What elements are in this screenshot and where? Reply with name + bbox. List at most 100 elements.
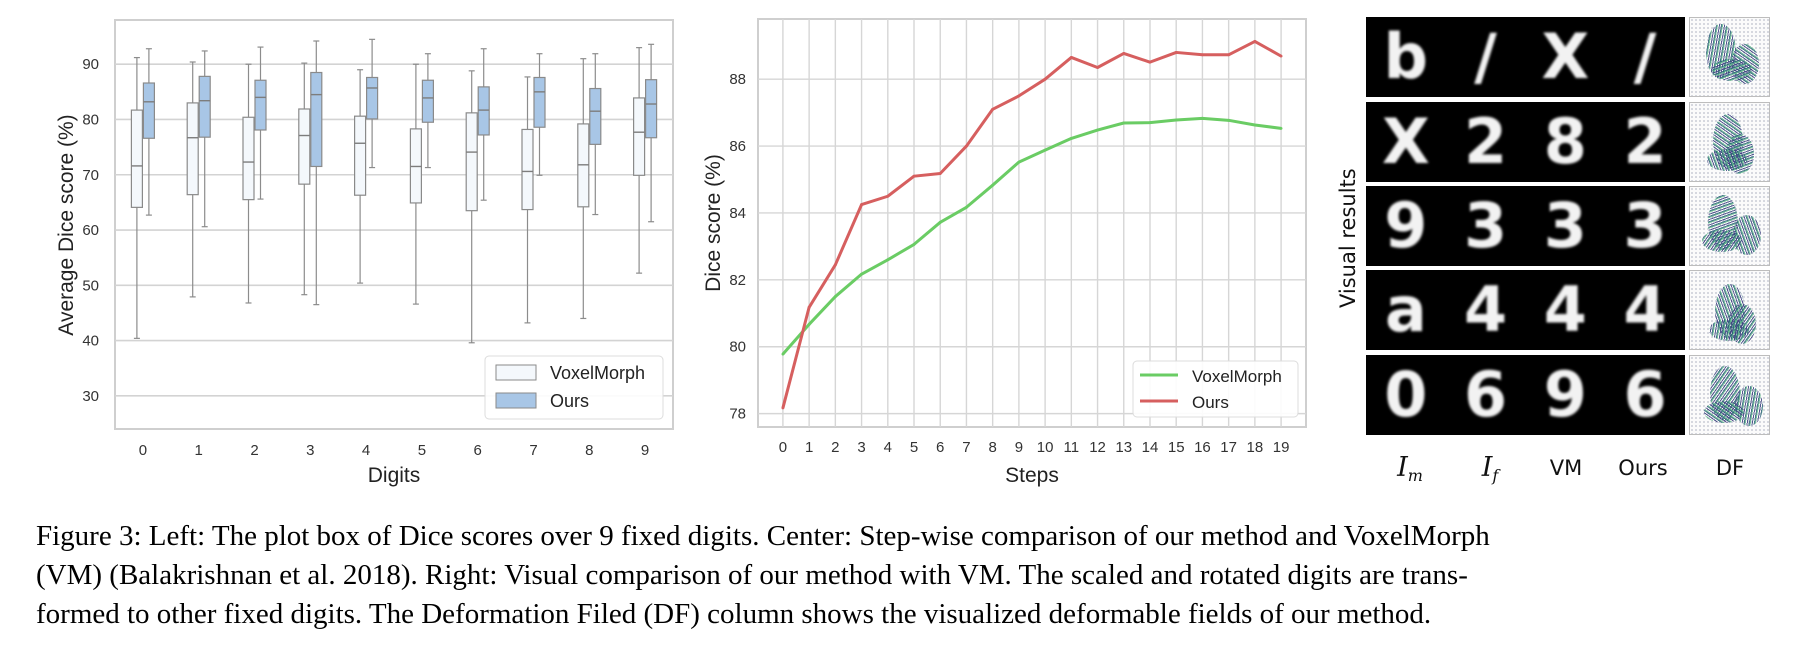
column-label-subscript: f <box>1492 466 1499 485</box>
digit-glyph: 4 <box>1623 273 1667 346</box>
data-point-voxelmorph <box>1253 123 1257 127</box>
data-point-ours <box>1043 77 1047 81</box>
deformation-vectors <box>1704 401 1744 423</box>
data-point-ours <box>807 305 811 309</box>
legend-label-voxelmorph: VoxelMorph <box>1192 367 1282 386</box>
x-tick-label: 16 <box>1194 439 1211 456</box>
moving-image: X <box>1366 102 1446 182</box>
data-point-voxelmorph <box>807 322 811 326</box>
data-point-ours <box>1201 53 1204 57</box>
column-label-ours: Ours <box>1618 456 1667 480</box>
digit-glyph: 3 <box>1464 189 1508 262</box>
data-point-voxelmorph <box>860 272 863 276</box>
data-point-ours <box>965 144 968 148</box>
x-tick-label: 13 <box>1115 439 1132 456</box>
visual-results-row: 0696 <box>1366 355 1685 435</box>
x-tick-label: 4 <box>884 439 892 456</box>
data-point-voxelmorph <box>781 352 785 356</box>
x-tick-label: 9 <box>1015 439 1023 456</box>
voxelmorph-result: 4 <box>1526 270 1606 350</box>
fixed-image: 6 <box>1446 355 1526 435</box>
data-point-voxelmorph <box>1148 121 1152 125</box>
fixed-image: 2 <box>1446 102 1526 182</box>
data-point-voxelmorph <box>1069 136 1073 140</box>
voxelmorph-result: 8 <box>1526 102 1606 182</box>
line-legend: VoxelMorph Ours <box>1132 360 1299 418</box>
caption-line: formed to other fixed digits. The Deform… <box>36 598 1432 630</box>
visual-results-row: X282 <box>1366 102 1685 182</box>
x-tick-label: 7 <box>962 439 970 456</box>
ours-result: 3 <box>1605 186 1685 266</box>
digit-glyph: 4 <box>1464 273 1508 346</box>
deformation-vectors <box>1707 149 1747 171</box>
caption-line: Figure 3: Left: The plot box of Dice sco… <box>36 520 1490 552</box>
fixed-image: 3 <box>1446 186 1526 266</box>
digit-glyph: 9 <box>1543 358 1587 431</box>
y-tick-label: 80 <box>729 339 746 356</box>
data-point-voxelmorph <box>938 220 942 224</box>
moving-image: 9 <box>1366 186 1446 266</box>
data-point-voxelmorph <box>991 183 995 187</box>
column-label-fixed: If <box>1482 452 1499 485</box>
data-point-ours <box>1148 60 1152 64</box>
line-y-ticks: 78 80 82 84 86 88 <box>729 71 746 422</box>
data-point-voxelmorph <box>1017 160 1021 164</box>
deformation-vectors <box>1709 319 1749 341</box>
digit-glyph: a <box>1384 273 1427 346</box>
x-tick-label: 17 <box>1220 439 1237 456</box>
ours-result: 6 <box>1605 355 1685 435</box>
x-tick-label: 12 <box>1089 439 1106 456</box>
digit-glyph: 0 <box>1384 358 1428 431</box>
y-tick-label: 86 <box>729 138 746 155</box>
ours-result: 4 <box>1605 270 1685 350</box>
moving-image: 0 <box>1366 355 1446 435</box>
digit-glyph: 2 <box>1623 105 1667 178</box>
x-tick-label: 8 <box>988 439 996 456</box>
data-point-voxelmorph <box>886 258 890 262</box>
ours-result: 2 <box>1605 102 1685 182</box>
caption-line: (VM) (Balakrishnan et al. 2018). Right: … <box>36 559 1468 591</box>
x-tick-label: 2 <box>831 439 839 456</box>
x-tick-label: 3 <box>857 439 865 456</box>
column-label-text: VM <box>1549 456 1583 480</box>
visual-results-row: a444 <box>1366 270 1685 350</box>
voxelmorph-result: 9 <box>1526 355 1606 435</box>
line-x-axis-label: Steps <box>1005 464 1059 487</box>
data-point-ours <box>912 174 916 178</box>
data-point-voxelmorph <box>833 295 837 298</box>
data-point-ours <box>886 194 890 198</box>
data-point-ours <box>1069 56 1073 59</box>
legend-label-ours: Ours <box>1192 393 1229 412</box>
data-point-ours <box>1253 40 1257 43</box>
deformation-field-image <box>1689 355 1770 435</box>
data-point-ours <box>1096 66 1099 69</box>
column-label-subscript: m <box>1407 466 1423 485</box>
data-point-ours <box>1279 54 1283 58</box>
digit-glyph: 2 <box>1464 105 1508 178</box>
digit-glyph: 8 <box>1543 105 1587 178</box>
figure-caption: Figure 3: Left: The plot box of Dice sco… <box>36 517 1781 634</box>
digit-glyph: 4 <box>1543 273 1587 346</box>
data-point-voxelmorph <box>1227 118 1231 122</box>
data-point-ours <box>1122 52 1126 55</box>
x-tick-label: 14 <box>1142 439 1159 456</box>
data-point-voxelmorph <box>965 205 968 209</box>
x-tick-label: 0 <box>779 439 787 456</box>
line-y-axis-label: Dice score (%) <box>702 154 725 292</box>
data-point-voxelmorph <box>1043 148 1047 152</box>
moving-image: b <box>1366 17 1446 97</box>
column-label-text: Ours <box>1618 456 1668 480</box>
data-point-voxelmorph <box>1201 116 1204 120</box>
deformation-field-image <box>1689 102 1770 182</box>
digit-glyph: b <box>1383 20 1429 93</box>
data-point-ours <box>1227 53 1231 57</box>
visual-results-row: b / X / <box>1366 17 1685 97</box>
y-tick-label: 84 <box>729 205 746 222</box>
deformation-field-image <box>1689 17 1770 97</box>
data-point-ours <box>1174 51 1178 54</box>
data-point-ours <box>833 263 837 267</box>
x-tick-label: 10 <box>1037 439 1054 456</box>
data-point-ours <box>938 172 942 175</box>
column-label-moving: Im <box>1397 452 1423 485</box>
digit-glyph: 3 <box>1543 189 1587 262</box>
